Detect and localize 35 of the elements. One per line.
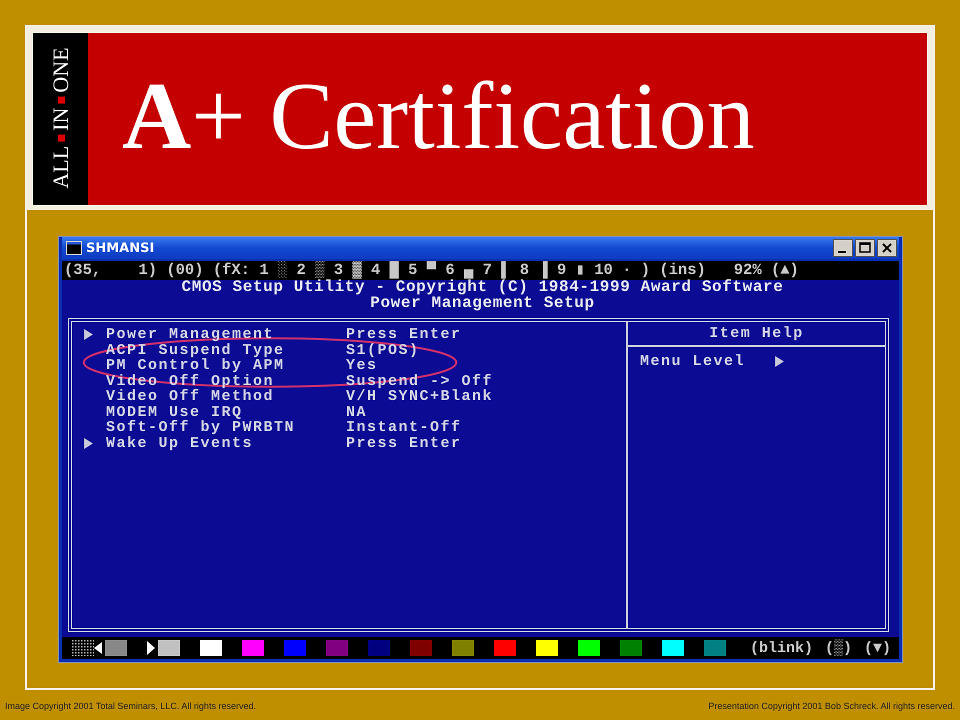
setting-value: Instant-Off	[346, 420, 462, 436]
copyright-text: Presentation Copyright 2001 Bob Schreck. All rights reserved.	[708, 701, 955, 711]
console-icon	[66, 241, 82, 255]
arrow-icon	[775, 356, 784, 367]
palette-label: (▒)	[824, 640, 852, 656]
screen-heading: Power Management Setup	[370, 296, 595, 311]
palette-label: (▼)	[864, 640, 891, 656]
setting-value: NA	[346, 404, 368, 420]
close-button[interactable]	[877, 239, 897, 257]
setting-label[interactable]: PM Control by APM	[106, 358, 346, 374]
help-title: Item Help	[628, 322, 885, 346]
brand-word: ONE	[50, 47, 72, 93]
setting-value: S1(POS)	[346, 342, 420, 358]
hatch-left-icon	[72, 640, 102, 656]
brand-word: ALL	[50, 146, 72, 189]
setting-value: Press Enter	[346, 436, 462, 451]
setting-label[interactable]: Wake Up Events	[106, 436, 346, 451]
palette-label: (blink)	[750, 640, 813, 656]
setting-value: Press Enter	[346, 327, 462, 342]
setting-value: Yes	[346, 358, 378, 374]
slide-title: A+ Certification	[122, 61, 755, 171]
maximize-button[interactable]	[855, 239, 875, 257]
screen-heading: CMOS Setup Utility - Copyright (C) 1984-1999 Award Software	[182, 280, 784, 296]
arrow-icon	[147, 641, 155, 655]
help-label: Menu Level	[640, 354, 746, 369]
square-icon	[57, 96, 64, 104]
brand-word: IN	[50, 108, 72, 131]
setting-value: V/H SYNC+Blank	[346, 389, 494, 404]
copyright-text: Image Copyright 2001 Total Seminars, LLC. All rights reserved.	[5, 701, 256, 711]
setting-label[interactable]: Soft-Off by PWRBTN	[106, 420, 346, 436]
square-icon	[57, 134, 64, 142]
setting-label[interactable]: Video Off Method	[106, 389, 346, 404]
minimize-button[interactable]	[833, 239, 853, 257]
setting-label[interactable]: MODEM Use IRQ	[106, 404, 346, 420]
window-title: SHMANSI	[86, 240, 154, 256]
